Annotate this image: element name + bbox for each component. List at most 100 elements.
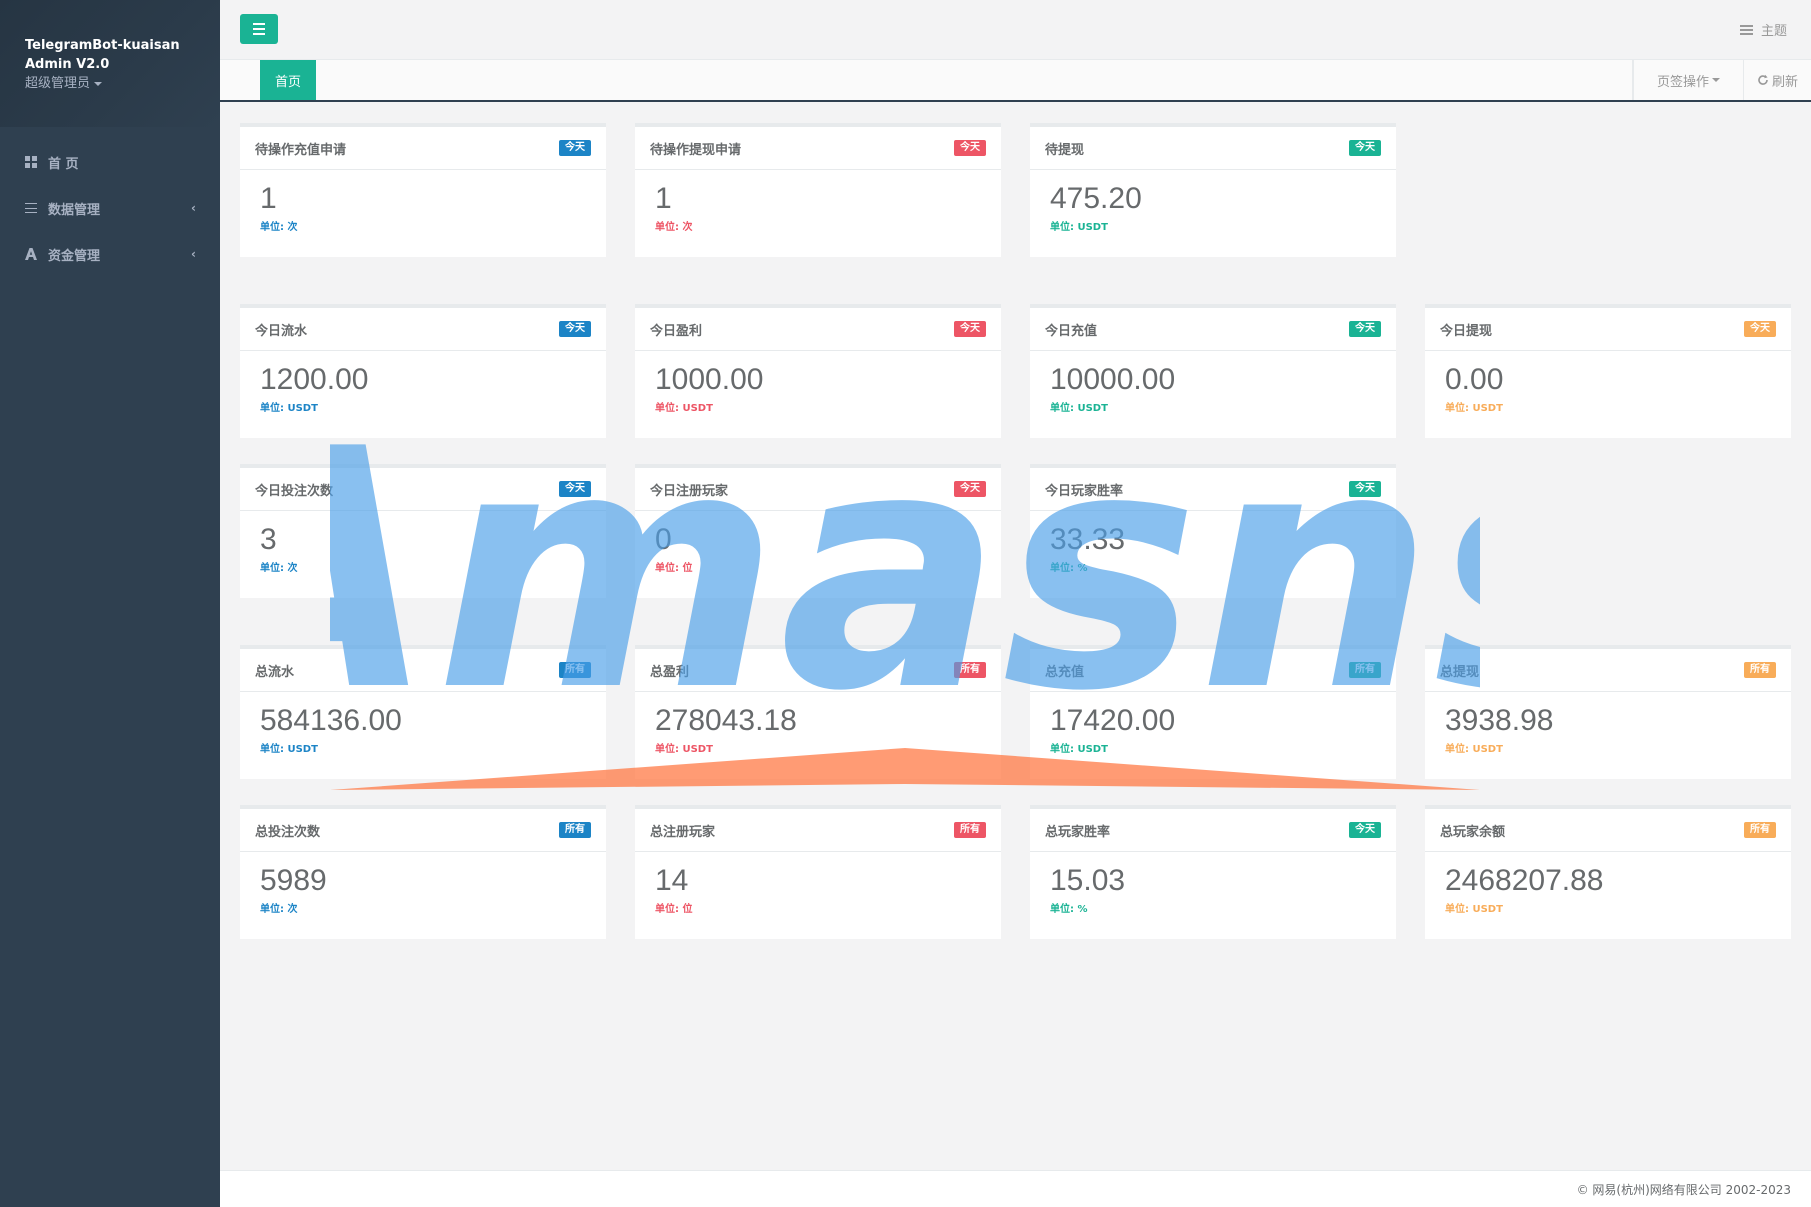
card-body: 278043.18 单位: USDT bbox=[635, 692, 1001, 767]
sidebar-header: TelegramBot-kuaisan Admin V2.0 超级管理员 bbox=[0, 0, 220, 127]
card-value: 1200.00 bbox=[260, 363, 369, 396]
card-body: 1 单位: 次 bbox=[240, 170, 606, 245]
card-unit: 单位: USDT bbox=[1050, 222, 1108, 233]
card-unit: 单位: % bbox=[1050, 563, 1088, 574]
card-body: 14 单位: 位 bbox=[635, 852, 1001, 927]
card-header: 总盈利 所有 bbox=[635, 649, 1001, 692]
card-unit: 单位: 位 bbox=[655, 563, 693, 574]
card-header: 总投注次数 所有 bbox=[240, 809, 606, 852]
card-header: 待操作充值申请 今天 bbox=[240, 127, 606, 170]
brand-title-line1: TelegramBot-kuaisan bbox=[25, 38, 180, 53]
card-title: 总充值 bbox=[1045, 664, 1085, 680]
chevron-left-icon: ‹ bbox=[191, 201, 196, 215]
card-unit: 单位: USDT bbox=[1050, 403, 1108, 414]
card-title: 今日玩家胜率 bbox=[1045, 483, 1124, 499]
card-body: 584136.00 单位: USDT bbox=[240, 692, 606, 767]
card-unit: 单位: USDT bbox=[1445, 904, 1503, 915]
card-badge: 所有 bbox=[1744, 822, 1776, 838]
card-unit: 单位: % bbox=[1050, 904, 1088, 915]
card-value: 15.03 bbox=[1050, 864, 1126, 897]
card-badge: 今天 bbox=[1744, 321, 1776, 337]
card-title: 今日充值 bbox=[1045, 323, 1098, 339]
card-unit: 单位: USDT bbox=[260, 403, 318, 414]
card-badge: 今天 bbox=[1349, 321, 1381, 337]
stat-card: 总充值 所有 17420.00 单位: USDT bbox=[1030, 645, 1396, 779]
card-value: 3938.98 bbox=[1445, 704, 1554, 737]
card-badge: 今天 bbox=[954, 140, 986, 156]
card-value: 5989 bbox=[260, 864, 327, 897]
caret-down-icon bbox=[1712, 78, 1720, 82]
card-unit: 单位: USDT bbox=[655, 403, 713, 414]
card-title: 总提现 bbox=[1440, 664, 1480, 680]
chevron-left-icon: ‹ bbox=[191, 247, 196, 261]
card-header: 总玩家胜率 今天 bbox=[1030, 809, 1396, 852]
user-role-dropdown[interactable]: 超级管理员 bbox=[25, 74, 195, 93]
card-unit: 单位: 位 bbox=[655, 904, 693, 915]
footer: © 网易(杭州)网络有限公司 2002-2023 bbox=[220, 1170, 1811, 1207]
card-value: 10000.00 bbox=[1050, 363, 1176, 396]
card-header: 今日提现 今天 bbox=[1425, 308, 1791, 351]
card-body: 475.20 单位: USDT bbox=[1030, 170, 1396, 245]
grid-icon bbox=[24, 155, 38, 169]
tab-operations-dropdown[interactable]: 页签操作 bbox=[1633, 60, 1743, 100]
card-body: 17420.00 单位: USDT bbox=[1030, 692, 1396, 767]
card-value: 1 bbox=[655, 182, 672, 215]
card-badge: 所有 bbox=[954, 662, 986, 678]
card-badge: 今天 bbox=[559, 481, 591, 497]
card-header: 总注册玩家 所有 bbox=[635, 809, 1001, 852]
card-title: 今日盈利 bbox=[650, 323, 703, 339]
card-body: 33.33 单位: % bbox=[1030, 511, 1396, 586]
card-badge: 今天 bbox=[1349, 140, 1381, 156]
sidebar-item-fund-management[interactable]: 资金管理 ‹ bbox=[0, 231, 220, 277]
card-title: 总玩家余额 bbox=[1440, 824, 1506, 840]
font-icon bbox=[24, 247, 38, 261]
stat-card: 总提现 所有 3938.98 单位: USDT bbox=[1425, 645, 1791, 779]
card-body: 1 单位: 次 bbox=[635, 170, 1001, 245]
card-value: 3 bbox=[260, 523, 277, 556]
stat-card: 总注册玩家 所有 14 单位: 位 bbox=[635, 805, 1001, 939]
card-body: 3 单位: 次 bbox=[240, 511, 606, 586]
stat-card: 今日注册玩家 今天 0 单位: 位 bbox=[635, 464, 1001, 598]
card-value: 584136.00 bbox=[260, 704, 402, 737]
theme-button[interactable]: 主题 bbox=[1739, 20, 1787, 39]
card-title: 今日流水 bbox=[255, 323, 308, 339]
tab-home[interactable]: 首页 bbox=[260, 60, 316, 100]
sidebar-item-home[interactable]: 首 页 bbox=[0, 139, 220, 185]
stat-card: 总玩家余额 所有 2468207.88 单位: USDT bbox=[1425, 805, 1791, 939]
stat-card: 总玩家胜率 今天 15.03 单位: % bbox=[1030, 805, 1396, 939]
card-header: 总提现 所有 bbox=[1425, 649, 1791, 692]
sidebar: TelegramBot-kuaisan Admin V2.0 超级管理员 首 页… bbox=[0, 0, 220, 1207]
card-title: 今日注册玩家 bbox=[650, 483, 729, 499]
menu-toggle-button[interactable] bbox=[240, 14, 278, 44]
stat-card: 今日玩家胜率 今天 33.33 单位: % bbox=[1030, 464, 1396, 598]
top-navbar: 主题 bbox=[220, 0, 1811, 60]
refresh-button[interactable]: 刷新 bbox=[1743, 60, 1811, 100]
card-header: 总玩家余额 所有 bbox=[1425, 809, 1791, 852]
user-role-label: 超级管理员 bbox=[25, 76, 91, 91]
stat-card: 总流水 所有 584136.00 单位: USDT bbox=[240, 645, 606, 779]
card-badge: 今天 bbox=[1349, 822, 1381, 838]
tab-operations-label: 页签操作 bbox=[1656, 74, 1709, 90]
sidebar-item-label: 数据管理 bbox=[48, 202, 101, 218]
card-title: 待提现 bbox=[1045, 142, 1085, 158]
copyright-text: © 网易(杭州)网络有限公司 2002-2023 bbox=[1576, 1182, 1791, 1197]
card-header: 今日玩家胜率 今天 bbox=[1030, 468, 1396, 511]
sidebar-item-label: 资金管理 bbox=[48, 248, 101, 264]
card-value: 0 bbox=[655, 523, 672, 556]
card-header: 待提现 今天 bbox=[1030, 127, 1396, 170]
card-badge: 所有 bbox=[559, 662, 591, 678]
card-body: 1000.00 单位: USDT bbox=[635, 351, 1001, 426]
sidebar-item-data-management[interactable]: 数据管理 ‹ bbox=[0, 185, 220, 231]
card-header: 今日注册玩家 今天 bbox=[635, 468, 1001, 511]
card-header: 今日充值 今天 bbox=[1030, 308, 1396, 351]
stat-card: 今日充值 今天 10000.00 单位: USDT bbox=[1030, 304, 1396, 438]
card-badge: 今天 bbox=[559, 321, 591, 337]
card-badge: 所有 bbox=[1744, 662, 1776, 678]
card-body: 0 单位: 位 bbox=[635, 511, 1001, 586]
card-badge: 所有 bbox=[1349, 662, 1381, 678]
refresh-icon bbox=[1758, 74, 1768, 85]
card-value: 2468207.88 bbox=[1445, 864, 1604, 897]
card-body: 0.00 单位: USDT bbox=[1425, 351, 1791, 426]
list-icon bbox=[24, 201, 38, 215]
card-body: 5989 单位: 次 bbox=[240, 852, 606, 927]
